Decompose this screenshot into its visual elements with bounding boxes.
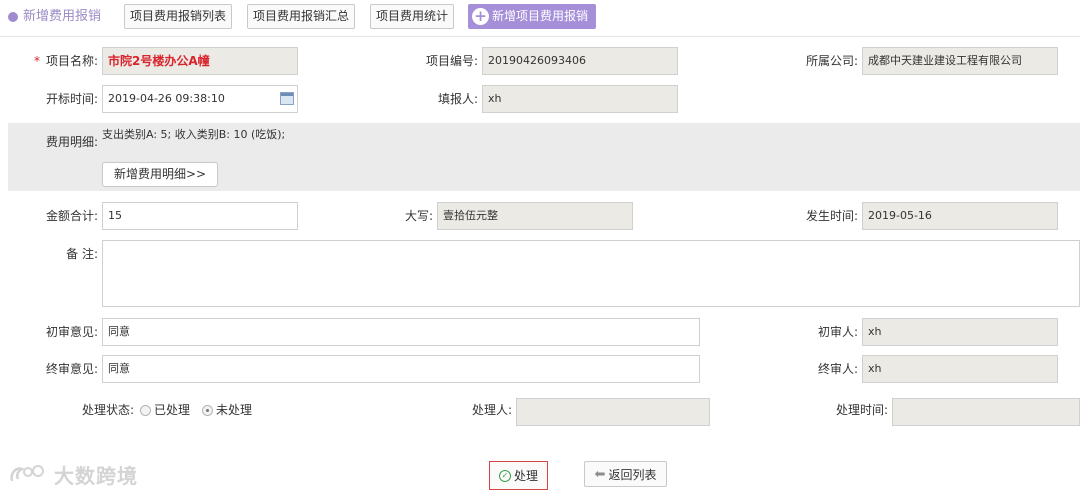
watermark-logo-icon bbox=[10, 465, 44, 482]
first-opinion-label: 初审意见: bbox=[45, 325, 98, 339]
project-name-field[interactable]: 市院2号楼办公A幢 bbox=[102, 47, 298, 75]
amount-upper-label: 大写: bbox=[404, 209, 433, 223]
process-status-label: 处理状态: bbox=[81, 403, 134, 417]
tab-expense-summary[interactable]: 项目费用报销汇总 bbox=[247, 4, 355, 29]
add-expense-label: 新增项目费用报销 bbox=[492, 9, 589, 23]
company-field[interactable]: 成都中天建业建设工程有限公司 bbox=[862, 47, 1058, 75]
page-title: 新增费用报销 bbox=[8, 8, 101, 26]
tab-expense-list[interactable]: 项目费用报销列表 bbox=[124, 4, 232, 29]
company-label: 所属公司: bbox=[805, 54, 858, 68]
occur-time-label: 发生时间: bbox=[805, 209, 858, 223]
back-to-list-button[interactable]: ⬅ 返回列表 bbox=[584, 461, 667, 487]
reporter-label: 填报人: bbox=[437, 92, 478, 106]
required-mark: * bbox=[33, 54, 40, 68]
expense-detail-label: 费用明细: bbox=[45, 135, 98, 149]
process-button-label: 处理 bbox=[513, 469, 538, 483]
first-reviewer-label: 初审人: bbox=[817, 325, 858, 339]
process-time-label: 处理时间: bbox=[835, 403, 888, 417]
final-opinion-label: 终审意见: bbox=[45, 362, 98, 376]
bid-time-label: 开标时间: bbox=[45, 92, 98, 106]
expense-detail-summary: 支出类别A: 5; 收入类别B: 10 (吃饭); bbox=[102, 128, 286, 141]
process-time-field[interactable] bbox=[892, 398, 1080, 426]
final-opinion-field[interactable]: 同意 bbox=[102, 355, 700, 383]
back-arrow-icon: ⬅ bbox=[594, 466, 606, 482]
process-button[interactable]: ✓ 处理 bbox=[489, 461, 548, 490]
plus-icon: + bbox=[472, 8, 489, 25]
occur-time-field[interactable]: 2019-05-16 bbox=[862, 202, 1058, 230]
bid-time-field[interactable]: 2019-04-26 09:38:10 bbox=[102, 85, 298, 113]
processor-field[interactable] bbox=[516, 398, 710, 426]
add-expense-detail-button[interactable]: 新增费用明细>> bbox=[102, 162, 218, 187]
calendar-icon[interactable] bbox=[280, 92, 294, 105]
radio-processed-label[interactable]: 已处理 bbox=[154, 398, 190, 422]
radio-processed[interactable] bbox=[140, 404, 151, 416]
page-title-text: 新增费用报销 bbox=[23, 9, 102, 24]
amount-upper-field[interactable]: 壹拾伍元整 bbox=[437, 202, 633, 230]
bullet-icon bbox=[8, 12, 18, 22]
add-expense-button[interactable]: + 新增项目费用报销 bbox=[468, 4, 596, 29]
project-code-field[interactable]: 20190426093406 bbox=[482, 47, 678, 75]
final-reviewer-label: 终审人: bbox=[817, 362, 858, 376]
process-status-radio-group: 已处理 未处理 bbox=[140, 398, 264, 422]
toolbar: 新增费用报销 项目费用报销列表 项目费用报销汇总 项目费用统计 + 新增项目费用… bbox=[0, 0, 1080, 37]
radio-unprocessed-label[interactable]: 未处理 bbox=[216, 398, 252, 422]
project-code-label: 项目编号: bbox=[425, 54, 478, 68]
remark-textarea[interactable] bbox=[102, 240, 1080, 307]
processor-label: 处理人: bbox=[471, 403, 512, 417]
reporter-field[interactable]: xh bbox=[482, 85, 678, 113]
radio-unprocessed[interactable] bbox=[202, 404, 214, 416]
tab-expense-stats[interactable]: 项目费用统计 bbox=[370, 4, 454, 29]
project-name-label: * 项目名称: bbox=[33, 54, 98, 68]
watermark-text: 大数跨境 bbox=[54, 463, 138, 488]
total-amount-field[interactable]: 15 bbox=[102, 202, 298, 230]
total-amount-label: 金额合计: bbox=[45, 209, 98, 223]
back-to-list-label: 返回列表 bbox=[608, 467, 657, 482]
check-circle-icon: ✓ bbox=[498, 469, 511, 482]
bid-time-value: 2019-04-26 09:38:10 bbox=[108, 92, 225, 105]
final-reviewer-field[interactable]: xh bbox=[862, 355, 1058, 383]
remark-label: 备 注: bbox=[66, 247, 98, 261]
watermark: 大数跨境 bbox=[8, 461, 138, 488]
first-opinion-field[interactable]: 同意 bbox=[102, 318, 700, 346]
first-reviewer-field[interactable]: xh bbox=[862, 318, 1058, 346]
